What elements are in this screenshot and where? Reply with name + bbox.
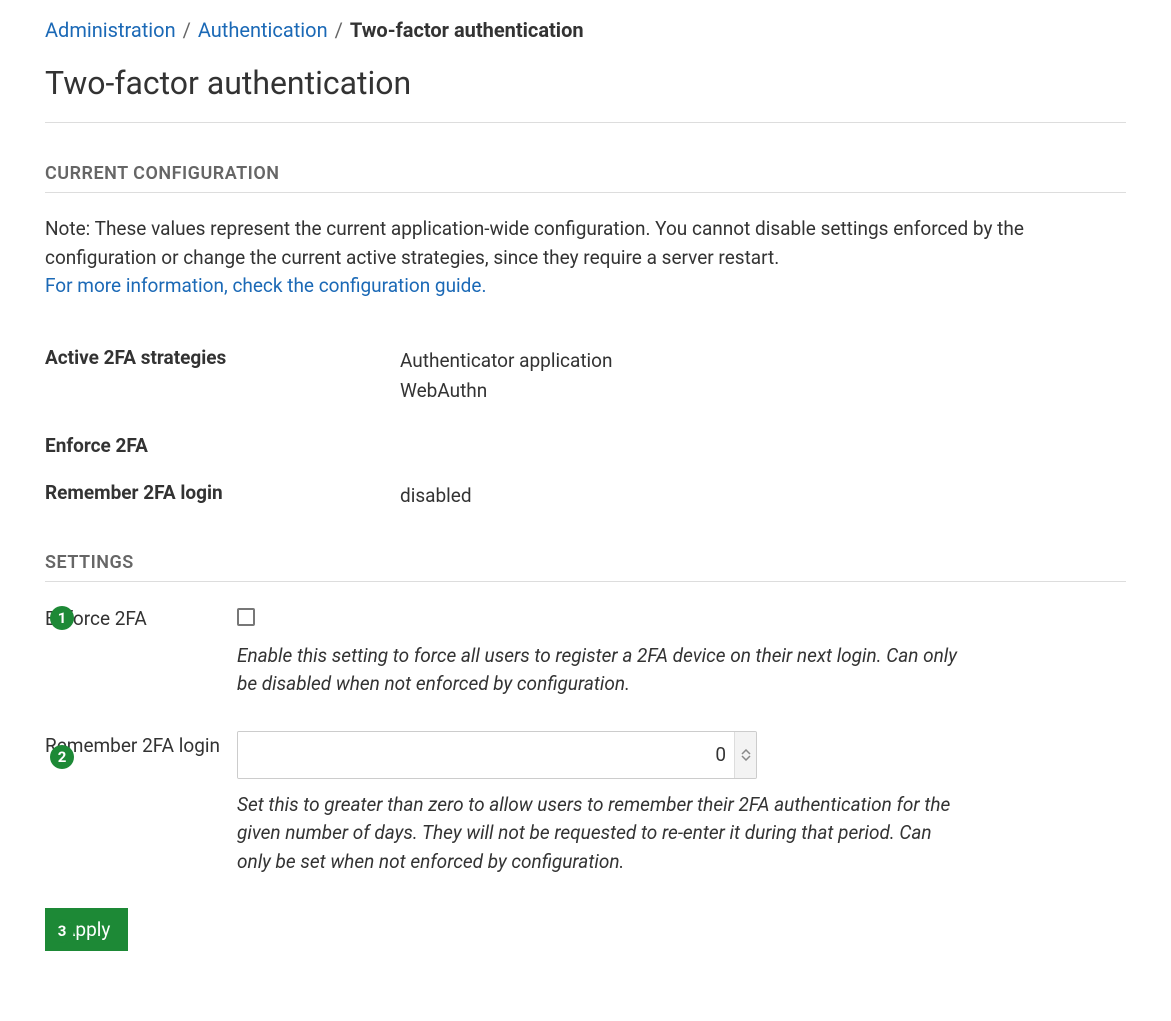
- remember-2fa-input-wrap: [237, 731, 757, 779]
- form-row-remember: 2 Remember 2FA login Set this to greater…: [45, 731, 1126, 877]
- config-label-active-strategies: Active 2FA strategies: [45, 346, 400, 407]
- config-guide-link[interactable]: For more information, check the configur…: [45, 274, 486, 297]
- annotation-badge-2: 2: [50, 745, 74, 769]
- config-note: Note: These values represent the current…: [45, 215, 1126, 301]
- remember-2fa-input[interactable]: [238, 732, 734, 778]
- config-value-strategy-2: WebAuthn: [400, 376, 613, 406]
- config-grid: Active 2FA strategies Authenticator appl…: [45, 346, 1126, 512]
- title-divider: [45, 122, 1126, 123]
- config-value-strategy-1: Authenticator application: [400, 346, 613, 376]
- config-label-remember: Remember 2FA login: [45, 481, 400, 511]
- form-label-remember: Remember 2FA login: [45, 731, 237, 877]
- breadcrumb-link-administration[interactable]: Administration: [45, 18, 176, 42]
- help-text-enforce: Enable this setting to force all users t…: [237, 642, 957, 699]
- breadcrumb-separator: /: [335, 18, 343, 42]
- number-spinner[interactable]: [734, 732, 756, 778]
- breadcrumb-separator: /: [183, 18, 191, 42]
- enforce-2fa-checkbox[interactable]: [237, 608, 255, 626]
- breadcrumb-link-authentication[interactable]: Authentication: [198, 18, 328, 42]
- chevron-down-icon: [741, 755, 751, 761]
- config-value-active-strategies: Authenticator application WebAuthn: [400, 346, 613, 407]
- page-title: Two-factor authentication: [45, 64, 1126, 102]
- annotation-badge-1: 1: [50, 606, 74, 630]
- section-heading-current-config: Current configuration: [45, 163, 1126, 193]
- section-heading-settings: Settings: [45, 552, 1126, 582]
- config-label-enforce: Enforce 2FA: [45, 434, 400, 457]
- breadcrumb-current: Two-factor authentication: [350, 18, 584, 42]
- annotation-badge-3: 3: [50, 919, 74, 943]
- config-note-text: Note: These values represent the current…: [45, 217, 1024, 269]
- help-text-remember: Set this to greater than zero to allow u…: [237, 791, 957, 877]
- breadcrumb: Administration / Authentication / Two-fa…: [45, 18, 1126, 42]
- config-value-remember: disabled: [400, 481, 472, 511]
- form-row-enforce: 1 Enforce 2FA Enable this setting to for…: [45, 604, 1126, 699]
